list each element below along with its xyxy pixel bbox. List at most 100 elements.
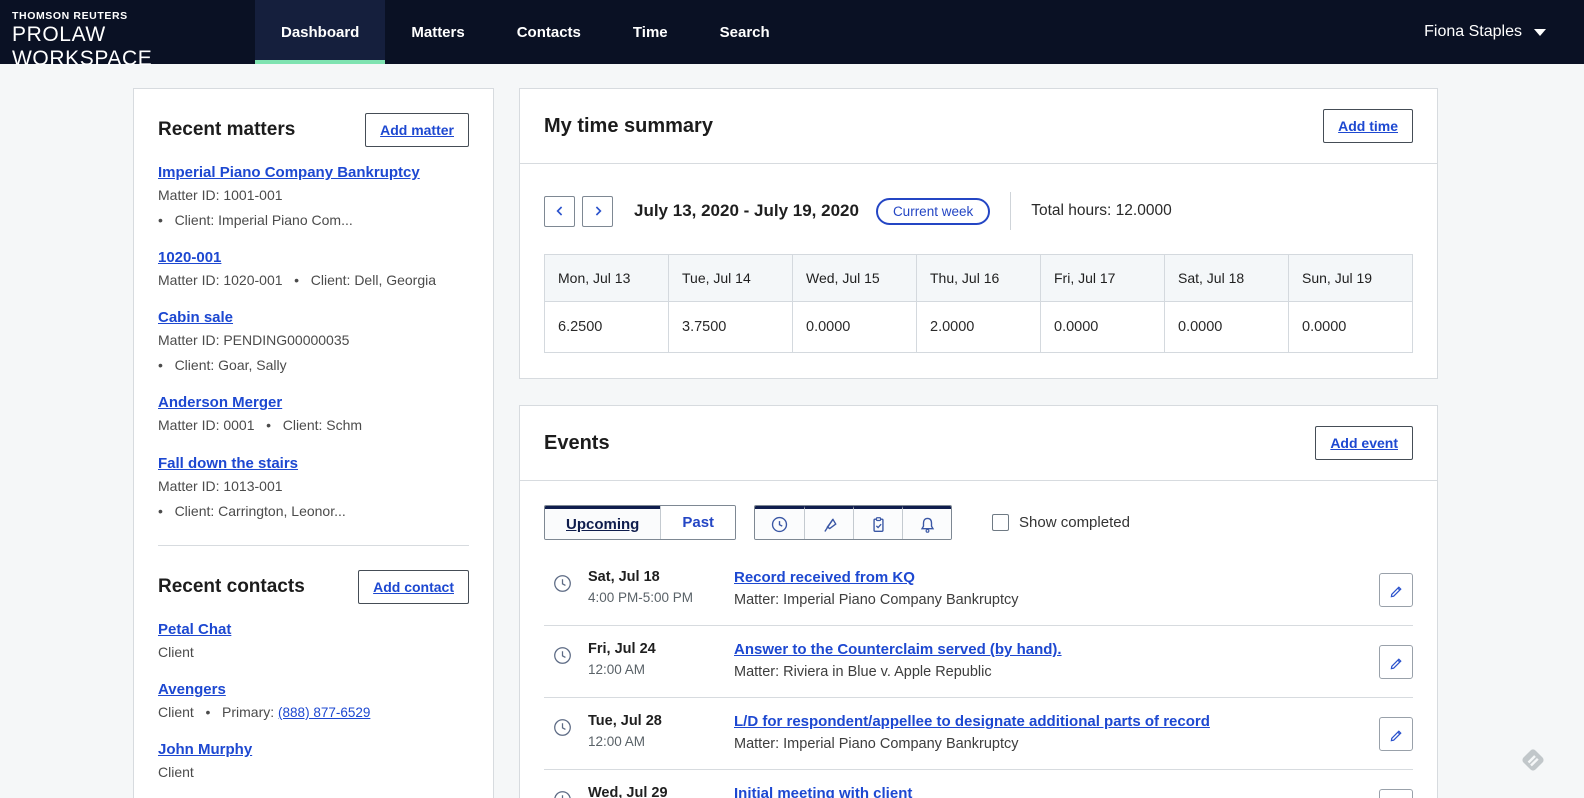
contact-link[interactable]: Petal Chat	[158, 621, 231, 638]
matter-list-item: Anderson Merger Matter ID: 0001 • Client…	[158, 394, 469, 437]
contact-list-item: Avengers Client • Primary: (888) 877-652…	[158, 681, 469, 724]
day-header: Sun, Jul 19	[1289, 255, 1413, 302]
contact-phone-link[interactable]: (888) 877-6529	[278, 705, 370, 720]
diamond-logo-icon	[1518, 745, 1548, 780]
brand-thomson-reuters: THOMSON REUTERS	[12, 10, 239, 22]
clock-icon	[552, 645, 573, 666]
pencil-icon	[1388, 654, 1405, 671]
matter-meta: Matter ID: 1001-001	[158, 184, 469, 207]
day-header: Thu, Jul 16	[917, 255, 1041, 302]
next-week-button[interactable]	[582, 196, 613, 227]
event-title-link[interactable]: Answer to the Counterclaim served (by ha…	[734, 641, 1062, 658]
matter-link[interactable]: 1020-001	[158, 249, 221, 266]
filter-tasks-button[interactable]	[853, 506, 902, 539]
top-navbar: THOMSON REUTERS PROLAW WORKSPACE Dashboa…	[0, 0, 1584, 64]
filter-events-button[interactable]	[755, 506, 804, 539]
tab-contacts[interactable]: Contacts	[491, 0, 607, 64]
total-hours: Total hours: 12.0000	[1031, 202, 1171, 220]
edit-event-button[interactable]	[1379, 717, 1413, 751]
day-hours: 0.0000	[1041, 302, 1165, 353]
event-row: Tue, Jul 28 12:00 AM L/D for respondent/…	[544, 697, 1413, 769]
day-header: Mon, Jul 13	[545, 255, 669, 302]
previous-week-button[interactable]	[544, 196, 575, 227]
day-header: Wed, Jul 15	[793, 255, 917, 302]
matter-list-item: 1020-001 Matter ID: 1020-001 • Client: D…	[158, 249, 469, 292]
bell-icon	[918, 515, 937, 534]
add-contact-button[interactable]: Add contact	[358, 570, 469, 604]
user-menu[interactable]: Fiona Staples	[1412, 0, 1584, 64]
pencil-icon	[1388, 582, 1405, 599]
tab-upcoming[interactable]: Upcoming	[545, 506, 660, 539]
tab-dashboard[interactable]: Dashboard	[255, 0, 385, 64]
edit-event-button[interactable]	[1379, 573, 1413, 607]
user-name: Fiona Staples	[1424, 23, 1522, 41]
edit-event-button[interactable]	[1379, 645, 1413, 679]
day-hours: 0.0000	[793, 302, 917, 353]
matter-list-item: Imperial Piano Company Bankruptcy Matter…	[158, 164, 469, 232]
event-title-link[interactable]: Initial meeting with client	[734, 785, 912, 798]
clipboard-check-icon	[869, 515, 888, 534]
contact-list-item: Petal Chat Client	[158, 621, 469, 664]
week-date-range: July 13, 2020 - July 19, 2020	[634, 201, 859, 221]
clock-icon	[770, 515, 789, 534]
matter-meta: Matter ID: 1013-001	[158, 475, 469, 498]
matter-list-item: Cabin sale Matter ID: PENDING00000035 • …	[158, 309, 469, 377]
sidebar-divider	[158, 545, 469, 546]
event-time: 4:00 PM-5:00 PM	[588, 590, 734, 605]
event-row: Fri, Jul 24 12:00 AM Answer to the Count…	[544, 625, 1413, 697]
event-matter: Matter: Riviera in Blue v. Apple Republi…	[734, 664, 1363, 680]
contact-link[interactable]: Avengers	[158, 681, 226, 698]
events-list: Sat, Jul 18 4:00 PM-5:00 PM Record recei…	[544, 554, 1413, 798]
event-date: Wed, Jul 29	[588, 785, 734, 798]
events-controls-row: Upcoming Past	[544, 505, 1413, 540]
show-completed-checkbox[interactable]	[992, 514, 1009, 531]
filter-reminders-button[interactable]	[902, 506, 951, 539]
add-matter-button[interactable]: Add matter	[365, 113, 469, 147]
time-summary-title: My time summary	[544, 115, 713, 138]
brand-logo: THOMSON REUTERS PROLAW WORKSPACE	[0, 0, 255, 64]
event-type-filter-group	[754, 505, 952, 540]
events-title: Events	[544, 432, 610, 455]
matter-link[interactable]: Imperial Piano Company Bankruptcy	[158, 164, 420, 181]
matter-link[interactable]: Cabin sale	[158, 309, 233, 326]
contact-meta-text: Client • Primary:	[158, 704, 278, 720]
add-event-button[interactable]: Add event	[1315, 426, 1413, 460]
day-hours: 3.7500	[669, 302, 793, 353]
event-time: 12:00 AM	[588, 662, 734, 677]
matter-meta: • Client: Goar, Sally	[158, 354, 469, 377]
event-title-link[interactable]: L/D for respondent/appellee to designate…	[734, 713, 1210, 730]
chevron-left-icon	[553, 204, 567, 218]
tab-matters[interactable]: Matters	[385, 0, 490, 64]
prolaw-dashboard-screen: THOMSON REUTERS PROLAW WORKSPACE Dashboa…	[0, 0, 1584, 798]
tab-past[interactable]: Past	[660, 506, 735, 539]
event-time: 12:00 AM	[588, 734, 734, 749]
time-summary-header: My time summary Add time	[520, 89, 1437, 163]
show-completed-control: Show completed	[992, 514, 1130, 531]
caret-down-icon	[1534, 29, 1546, 36]
pencil-icon	[1388, 726, 1405, 743]
day-hours: 2.0000	[917, 302, 1041, 353]
flag-icon	[820, 515, 839, 534]
event-date: Fri, Jul 24	[588, 641, 734, 657]
matter-meta: Matter ID: 1020-001 • Client: Dell, Geor…	[158, 269, 469, 292]
matter-link[interactable]: Fall down the stairs	[158, 455, 298, 472]
divider	[1010, 192, 1011, 230]
filter-flags-button[interactable]	[804, 506, 853, 539]
contact-list-item: John Murphy Client	[158, 741, 469, 784]
tab-search[interactable]: Search	[694, 0, 796, 64]
event-title-link[interactable]: Record received from KQ	[734, 569, 915, 586]
chevron-right-icon	[591, 204, 605, 218]
tab-time[interactable]: Time	[607, 0, 694, 64]
add-time-button[interactable]: Add time	[1323, 109, 1413, 143]
recent-contacts-title: Recent contacts	[158, 576, 305, 598]
contact-link[interactable]: John Murphy	[158, 741, 252, 758]
day-hours: 0.0000	[1289, 302, 1413, 353]
matter-link[interactable]: Anderson Merger	[158, 394, 282, 411]
clock-icon	[552, 717, 573, 738]
week-navigation-row: July 13, 2020 - July 19, 2020 Current we…	[544, 192, 1413, 230]
events-header: Events Add event	[520, 406, 1437, 480]
upcoming-past-toggle: Upcoming Past	[544, 505, 736, 540]
edit-event-button[interactable]	[1379, 789, 1413, 798]
contact-meta: Client • Primary: (888) 877-6529	[158, 701, 469, 724]
event-date: Sat, Jul 18	[588, 569, 734, 585]
